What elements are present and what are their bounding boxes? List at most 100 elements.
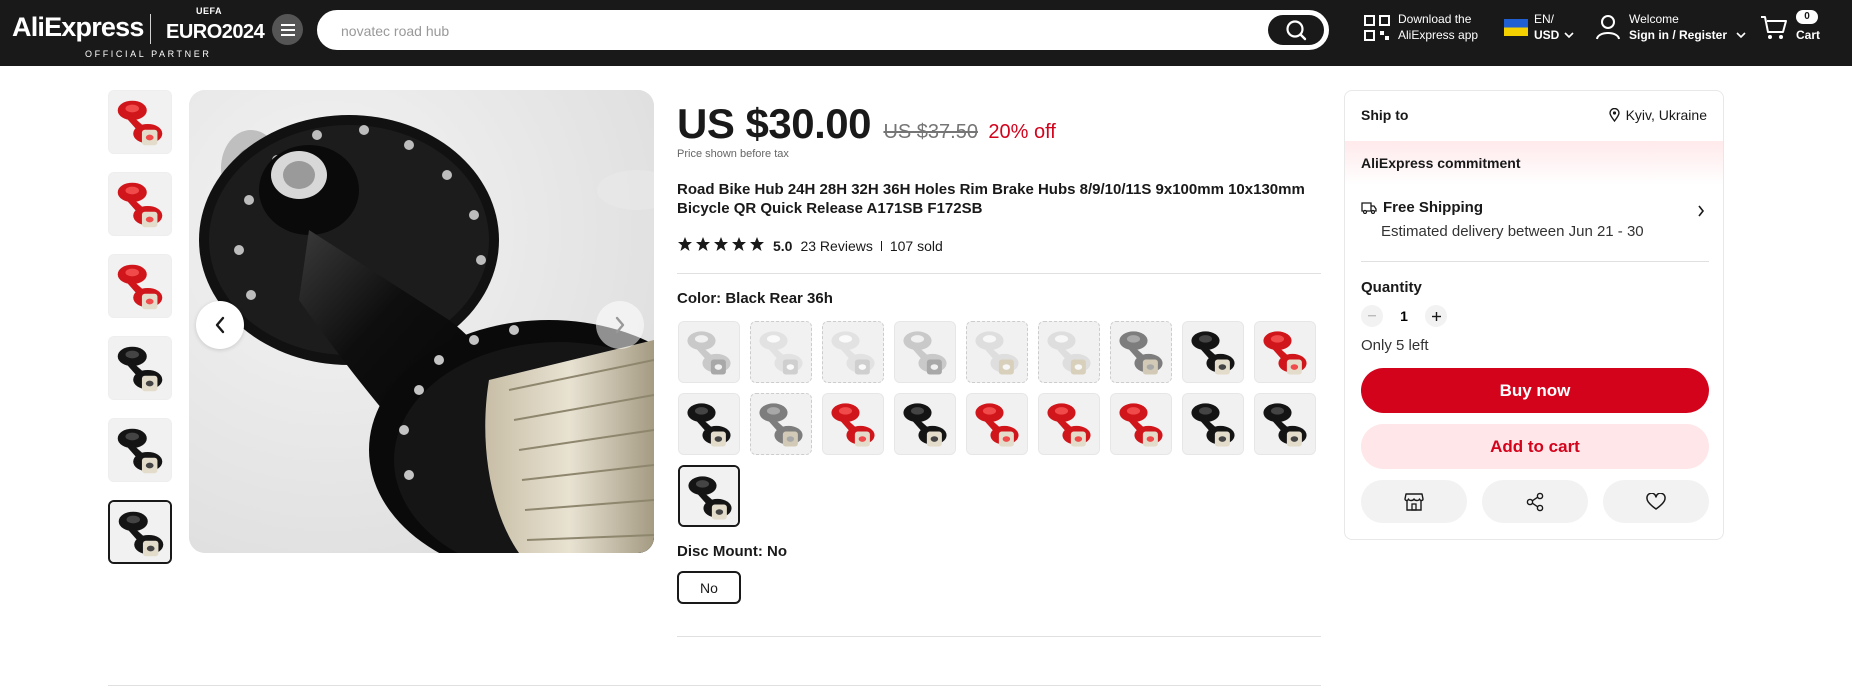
rating-value: 5.0: [773, 237, 793, 254]
aliexpress-logo[interactable]: AliExpress: [12, 12, 144, 43]
color-swatch[interactable]: [822, 321, 884, 383]
color-swatch[interactable]: [1110, 393, 1172, 455]
store-button[interactable]: [1361, 480, 1467, 523]
search-input[interactable]: [341, 20, 1241, 42]
euro2024-text: EURO2024: [166, 21, 265, 43]
color-swatch[interactable]: [1182, 321, 1244, 383]
star-icon: [749, 236, 765, 255]
chevron-down-icon: [1564, 32, 1574, 39]
current-price: US $30.00: [677, 100, 871, 147]
disc-mount-option-no[interactable]: No: [677, 571, 741, 604]
gallery-thumbnail[interactable]: [108, 418, 172, 482]
color-swatch[interactable]: [966, 393, 1028, 455]
divider: [1361, 261, 1709, 262]
color-swatch[interactable]: [894, 321, 956, 383]
color-swatch[interactable]: [1038, 393, 1100, 455]
ship-location-selector[interactable]: Kyiv, Ukraine: [1608, 107, 1707, 123]
hub-image: [751, 394, 811, 454]
hub-image: [109, 255, 171, 317]
color-swatch[interactable]: [678, 393, 740, 455]
store-icon: [1404, 492, 1424, 511]
gallery-prev-button[interactable]: [196, 301, 244, 349]
selected-color-value: Black Rear 36h: [725, 290, 833, 307]
star-icon: [731, 236, 747, 255]
ship-location-text: Kyiv, Ukraine: [1625, 107, 1707, 123]
welcome-text: Welcome: [1629, 12, 1679, 26]
gallery-thumbnail[interactable]: [108, 500, 172, 564]
color-swatch[interactable]: [1110, 321, 1172, 383]
color-swatch[interactable]: [678, 465, 740, 527]
chevron-right-icon: [615, 316, 625, 334]
location-pin-icon: [1608, 108, 1620, 122]
hub-image: [1111, 322, 1171, 382]
free-shipping-text: Free Shipping: [1383, 199, 1484, 216]
qr-code-icon: [1364, 15, 1390, 41]
color-swatch[interactable]: [1182, 393, 1244, 455]
gallery-thumbnail[interactable]: [108, 172, 172, 236]
logo-divider: [150, 14, 151, 44]
disc-mount-label-text: Disc Mount:: [677, 543, 763, 560]
gallery-thumbnail[interactable]: [108, 254, 172, 318]
delivery-estimate: Estimated delivery between Jun 21 - 30: [1381, 223, 1644, 240]
discount-badge: 20% off: [988, 121, 1056, 143]
heart-icon: [1646, 492, 1666, 510]
color-swatch[interactable]: [894, 393, 956, 455]
share-icon: [1526, 492, 1544, 511]
hub-image: [895, 394, 955, 454]
hub-image: [1183, 322, 1243, 382]
color-swatch[interactable]: [1038, 321, 1100, 383]
disc-mount-value: No: [767, 543, 787, 560]
product-title: Road Bike Hub 24H 28H 32H 36H Holes Rim …: [677, 181, 1305, 217]
wishlist-button[interactable]: [1603, 480, 1709, 523]
star-rating: [677, 236, 765, 255]
share-button[interactable]: [1482, 480, 1588, 523]
star-icon: [695, 236, 711, 255]
download-app-line1: Download the: [1398, 12, 1472, 26]
color-swatch[interactable]: [966, 321, 1028, 383]
tax-note: Price shown before tax: [677, 148, 789, 160]
top-header: AliExpress UEFA EURO2024 OFFICIAL PARTNE…: [0, 0, 1852, 66]
shipping-info-row[interactable]: Free Shipping Estimated delivery between…: [1361, 199, 1709, 259]
gallery-thumbnail[interactable]: [108, 336, 172, 400]
hub-image: [1111, 394, 1171, 454]
reviews-link[interactable]: 23 Reviews: [800, 238, 872, 254]
divider: [677, 273, 1321, 274]
hub-image: [109, 173, 171, 235]
stock-notice: Only 5 left: [1361, 337, 1429, 354]
quantity-input[interactable]: [1383, 308, 1425, 324]
hub-image: [1255, 322, 1315, 382]
quantity-increase-button[interactable]: [1425, 305, 1447, 327]
add-to-cart-button[interactable]: Add to cart: [1361, 424, 1709, 469]
chevron-right-icon: [1698, 205, 1705, 217]
color-swatch[interactable]: [750, 393, 812, 455]
user-icon: [1596, 15, 1620, 40]
gallery-thumbnail[interactable]: [108, 90, 172, 154]
hub-image: [1255, 394, 1315, 454]
color-swatch[interactable]: [750, 321, 812, 383]
language-text: EN/: [1534, 12, 1555, 26]
hub-image: [680, 467, 738, 525]
hub-photo: [189, 90, 654, 553]
download-app-line2: AliExpress app: [1398, 28, 1479, 42]
categories-menu-button[interactable]: [272, 14, 303, 45]
color-swatch[interactable]: [822, 393, 884, 455]
star-icon: [677, 236, 693, 255]
hub-image: [679, 394, 739, 454]
color-swatch[interactable]: [678, 321, 740, 383]
chevron-down-icon: [1736, 32, 1746, 39]
price-row: US $30.00 US $37.50 20% off: [677, 100, 1056, 148]
quantity-decrease-button[interactable]: [1361, 305, 1383, 327]
euro2024-logo: UEFA EURO2024: [166, 6, 266, 47]
divider: [108, 685, 1321, 686]
main-product-image[interactable]: [189, 90, 654, 553]
search-button[interactable]: [1268, 15, 1324, 45]
color-swatch[interactable]: [1254, 393, 1316, 455]
hub-image: [679, 322, 739, 382]
rating-row: 5.0 23 Reviews 107 sold: [677, 236, 943, 255]
hub-image: [109, 419, 171, 481]
purchase-panel: Ship to Kyiv, Ukraine AliExpress commitm…: [1344, 90, 1724, 540]
color-swatch[interactable]: [1254, 321, 1316, 383]
buy-now-button[interactable]: Buy now: [1361, 368, 1709, 413]
sold-count: 107 sold: [889, 237, 943, 254]
gallery-next-button[interactable]: [596, 301, 644, 349]
